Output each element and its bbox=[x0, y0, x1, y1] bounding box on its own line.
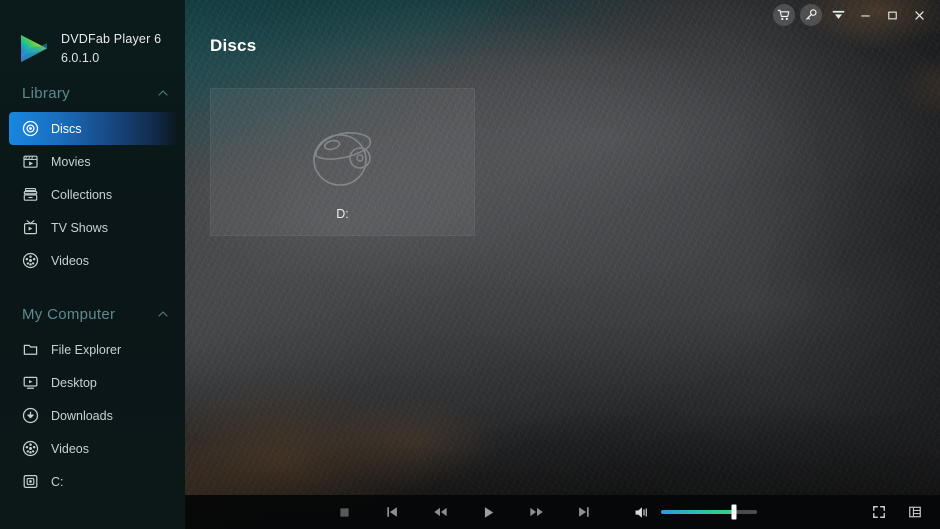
minimize-icon bbox=[859, 9, 872, 22]
rewind-button[interactable] bbox=[429, 501, 451, 523]
play-button[interactable] bbox=[477, 501, 499, 523]
sidebar-item-label: Videos bbox=[51, 253, 89, 268]
close-icon bbox=[913, 9, 926, 22]
stop-icon bbox=[339, 507, 350, 518]
rainbow-play-logo-icon bbox=[16, 32, 50, 66]
sidebar-group-library-title: Library bbox=[22, 84, 70, 102]
page-title: Discs bbox=[210, 36, 257, 55]
volume-slider-fill bbox=[661, 510, 734, 514]
disc-card-d[interactable]: D: bbox=[210, 88, 475, 236]
folder-icon bbox=[22, 341, 39, 358]
play-icon bbox=[481, 505, 496, 520]
movie-clapper-icon bbox=[22, 153, 39, 170]
sidebar-group-library-header[interactable]: Library bbox=[0, 76, 185, 110]
sidebar-item-movies[interactable]: Movies bbox=[9, 145, 176, 178]
sidebar-item-label: Movies bbox=[51, 154, 91, 169]
playlist-button[interactable] bbox=[906, 503, 924, 521]
cart-button[interactable] bbox=[771, 2, 797, 28]
key-button[interactable] bbox=[798, 2, 824, 28]
sidebar-group-library-list: Discs Movies Collections TV Shows Videos bbox=[0, 110, 185, 277]
next-icon bbox=[577, 505, 591, 519]
disc-card-label: D: bbox=[336, 207, 349, 221]
titlebar-controls bbox=[771, 0, 940, 30]
sidebar-item-videos[interactable]: Videos bbox=[9, 244, 176, 277]
app-version: 6.0.1.0 bbox=[61, 51, 100, 65]
monitor-icon bbox=[22, 374, 39, 391]
sidebar-item-label: File Explorer bbox=[51, 342, 122, 357]
sidebar-group-my-computer-header[interactable]: My Computer bbox=[0, 297, 185, 331]
volume-slider-handle[interactable] bbox=[731, 504, 737, 520]
fast-forward-icon bbox=[529, 505, 544, 519]
player-controls-bar bbox=[185, 495, 940, 529]
tv-icon bbox=[22, 219, 39, 236]
sidebar-group-my-computer-list: File Explorer Desktop Downloads Videos C… bbox=[0, 331, 185, 498]
playbar-right-controls bbox=[870, 503, 940, 521]
rewind-icon bbox=[433, 505, 448, 519]
sidebar-item-file-explorer[interactable]: File Explorer bbox=[9, 333, 176, 366]
maximize-icon bbox=[886, 9, 899, 22]
sidebar-item-desktop[interactable]: Desktop bbox=[9, 366, 176, 399]
download-circle-icon bbox=[22, 407, 39, 424]
sidebar-item-label: Desktop bbox=[51, 375, 97, 390]
disc-icon bbox=[22, 120, 39, 137]
sidebar-item-tv-shows[interactable]: TV Shows bbox=[9, 211, 176, 244]
fullscreen-icon bbox=[872, 505, 886, 519]
sidebar-item-label: Discs bbox=[51, 121, 82, 136]
film-reel-icon bbox=[22, 252, 39, 269]
cart-icon bbox=[773, 4, 795, 26]
playlist-icon bbox=[908, 505, 922, 519]
previous-icon bbox=[385, 505, 399, 519]
app-name: DVDFab Player 6 bbox=[61, 32, 162, 46]
fast-forward-button[interactable] bbox=[525, 501, 547, 523]
main-content: Discs D: bbox=[185, 0, 940, 529]
sidebar-item-downloads[interactable]: Downloads bbox=[9, 399, 176, 432]
stop-button[interactable] bbox=[333, 501, 355, 523]
maximize-button[interactable] bbox=[879, 2, 905, 28]
disc-grid: D: bbox=[210, 88, 475, 236]
key-icon bbox=[800, 4, 822, 26]
sidebar: DVDFab Player 6 6.0.1.0 Library Discs Mo… bbox=[0, 0, 185, 529]
sidebar-group-my-computer-title: My Computer bbox=[22, 305, 116, 323]
transport-controls bbox=[333, 501, 595, 523]
brand: DVDFab Player 6 6.0.1.0 bbox=[0, 0, 185, 76]
app-window: DVDFab Player 6 6.0.1.0 Library Discs Mo… bbox=[0, 0, 940, 529]
chevron-up-icon[interactable] bbox=[157, 87, 169, 99]
sidebar-item-label: Collections bbox=[51, 187, 113, 202]
minimize-button[interactable] bbox=[852, 2, 878, 28]
optical-drive-icon bbox=[300, 126, 386, 188]
download-menu-icon bbox=[831, 8, 846, 23]
sidebar-item-label: Downloads bbox=[51, 408, 113, 423]
film-reel-icon bbox=[22, 440, 39, 457]
speaker-icon[interactable] bbox=[633, 503, 651, 521]
sidebar-item-collections[interactable]: Collections bbox=[9, 178, 176, 211]
sidebar-item-label: Videos bbox=[51, 441, 89, 456]
sidebar-item-videos-computer[interactable]: Videos bbox=[9, 432, 176, 465]
volume-control[interactable] bbox=[633, 503, 757, 521]
fullscreen-button[interactable] bbox=[870, 503, 888, 521]
sidebar-item-drive-c[interactable]: C: bbox=[9, 465, 176, 498]
previous-button[interactable] bbox=[381, 501, 403, 523]
sidebar-item-discs[interactable]: Discs bbox=[9, 112, 176, 145]
sidebar-item-label: TV Shows bbox=[51, 220, 108, 235]
close-button[interactable] bbox=[906, 2, 932, 28]
sidebar-item-label: C: bbox=[51, 474, 64, 489]
volume-slider[interactable] bbox=[661, 504, 757, 520]
chevron-up-icon[interactable] bbox=[157, 308, 169, 320]
drive-icon bbox=[22, 473, 39, 490]
next-button[interactable] bbox=[573, 501, 595, 523]
download-menu-button[interactable] bbox=[825, 2, 851, 28]
collections-icon bbox=[22, 186, 39, 203]
